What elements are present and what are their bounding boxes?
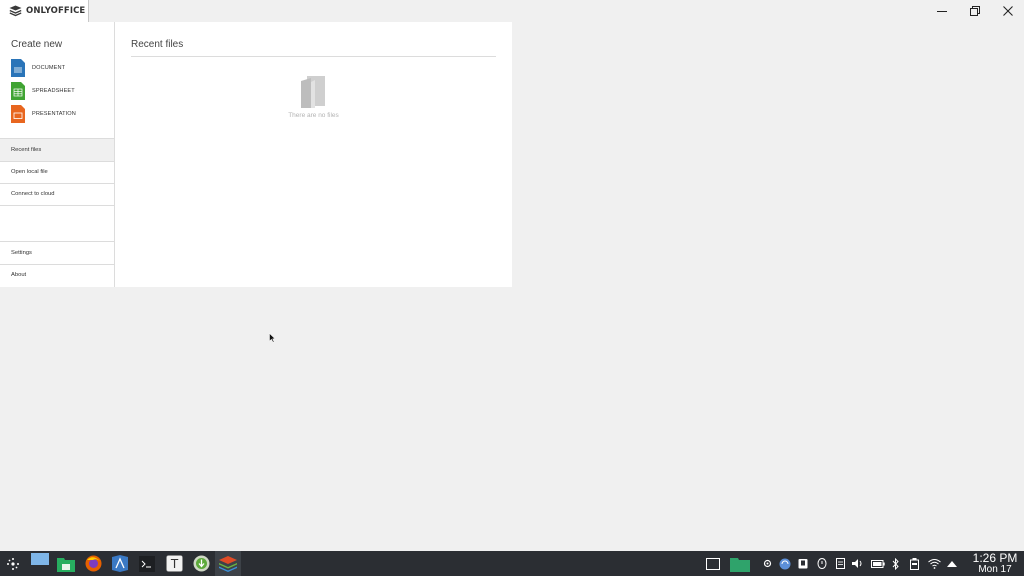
clipboard-icon — [798, 559, 808, 569]
onlyoffice-icon — [219, 555, 237, 572]
create-document-button[interactable]: DOCUMENT — [11, 59, 65, 77]
application-launcher-button[interactable] — [0, 551, 26, 576]
tray-settings-button[interactable] — [760, 551, 774, 576]
onlyoffice-home-tab[interactable]: ONLYOFFICE — [0, 0, 89, 22]
create-spreadsheet-label: SPREADSHEET — [32, 88, 75, 94]
onlyoffice-logo-icon — [9, 5, 22, 17]
notes-icon — [835, 558, 845, 569]
close-icon — [1003, 6, 1013, 16]
create-new-title: Create new — [11, 39, 63, 50]
title-bar: ONLYOFFICE — [0, 0, 1024, 22]
empty-folder-icon — [301, 76, 325, 108]
tray-sync-button[interactable] — [778, 551, 792, 576]
settings-icon — [763, 559, 771, 568]
folder-icon — [730, 557, 750, 572]
tray-folder-button[interactable] — [729, 551, 751, 576]
firefox-icon — [85, 555, 101, 572]
tray-volume-button[interactable] — [851, 551, 865, 576]
divider — [0, 205, 114, 206]
svg-text:T: T — [169, 557, 178, 571]
text-editor-button[interactable]: T — [161, 551, 187, 576]
brand-name: ONLYOFFICE — [26, 6, 86, 16]
onlyoffice-taskbar-button[interactable] — [215, 551, 241, 576]
download-manager-icon — [193, 555, 209, 572]
create-document-label: DOCUMENT — [32, 65, 66, 71]
close-button[interactable] — [992, 0, 1024, 22]
document-icon — [11, 59, 25, 77]
volume-icon — [852, 559, 862, 568]
storage-icon — [909, 557, 919, 570]
app-store-button[interactable] — [107, 551, 133, 576]
wifi-icon — [927, 559, 941, 569]
mouse-cursor-icon — [269, 333, 276, 343]
tray-battery-button[interactable] — [870, 551, 886, 576]
terminal-button[interactable] — [134, 551, 160, 576]
desktop-pager-button[interactable] — [26, 551, 52, 576]
recent-files-area: Recent files There are no files — [131, 22, 496, 287]
bluetooth-icon — [892, 557, 899, 570]
tray-storage-button[interactable] — [907, 551, 921, 576]
application-launcher-icon — [7, 557, 19, 570]
desktop-pager-icon — [31, 552, 49, 565]
firefox-button[interactable] — [80, 551, 106, 576]
tray-wifi-button[interactable] — [926, 551, 942, 576]
clock-date: Mon 17 — [978, 564, 1012, 575]
battery-icon — [871, 559, 885, 568]
download-manager-button[interactable] — [188, 551, 214, 576]
nav-connect-to-cloud[interactable]: Connect to cloud — [0, 183, 114, 205]
taskbar: T 1:26 PM Mon 17 — [0, 551, 1024, 576]
page-title: Recent files — [131, 39, 184, 50]
nav-about[interactable]: About — [0, 264, 114, 286]
app-store-icon — [112, 555, 128, 572]
screen-icon — [706, 557, 720, 570]
terminal-icon — [139, 555, 155, 572]
start-page-panel: Create new DOCUMENT SPREADSHEET PRESENTA… — [0, 22, 512, 287]
create-spreadsheet-button[interactable]: SPREADSHEET — [11, 82, 75, 100]
tray-expand-button[interactable] — [945, 551, 959, 576]
tray-clipboard-button[interactable] — [796, 551, 810, 576]
vault-icon — [817, 558, 827, 569]
text-editor-icon: T — [165, 555, 183, 572]
minimize-icon — [937, 11, 947, 12]
spreadsheet-icon — [11, 82, 25, 100]
show-desktop-button[interactable] — [705, 551, 721, 576]
presentation-icon — [11, 105, 25, 123]
file-manager-button[interactable] — [53, 551, 79, 576]
sidebar: Create new DOCUMENT SPREADSHEET PRESENTA… — [0, 22, 115, 287]
restore-button[interactable] — [959, 0, 991, 22]
nav-open-local-file[interactable]: Open local file — [0, 161, 114, 183]
file-manager-icon — [57, 557, 75, 572]
nav-recent-files[interactable]: Recent files — [0, 139, 114, 161]
tray-vault-button[interactable] — [815, 551, 829, 576]
create-presentation-label: PRESENTATION — [32, 111, 76, 117]
divider — [131, 56, 496, 57]
tray-bluetooth-button[interactable] — [889, 551, 903, 576]
nav-settings[interactable]: Settings — [0, 242, 114, 264]
tray-notes-button[interactable] — [833, 551, 847, 576]
clock-time: 1:26 PM — [972, 551, 1018, 565]
expand-arrow-icon — [947, 560, 957, 567]
sync-icon — [779, 558, 791, 569]
create-presentation-button[interactable]: PRESENTATION — [11, 105, 76, 123]
restore-icon — [970, 6, 980, 16]
minimize-button[interactable] — [926, 0, 958, 22]
empty-state-text: There are no files — [288, 112, 339, 119]
digital-clock[interactable]: 1:26 PM Mon 17 — [966, 552, 1024, 575]
